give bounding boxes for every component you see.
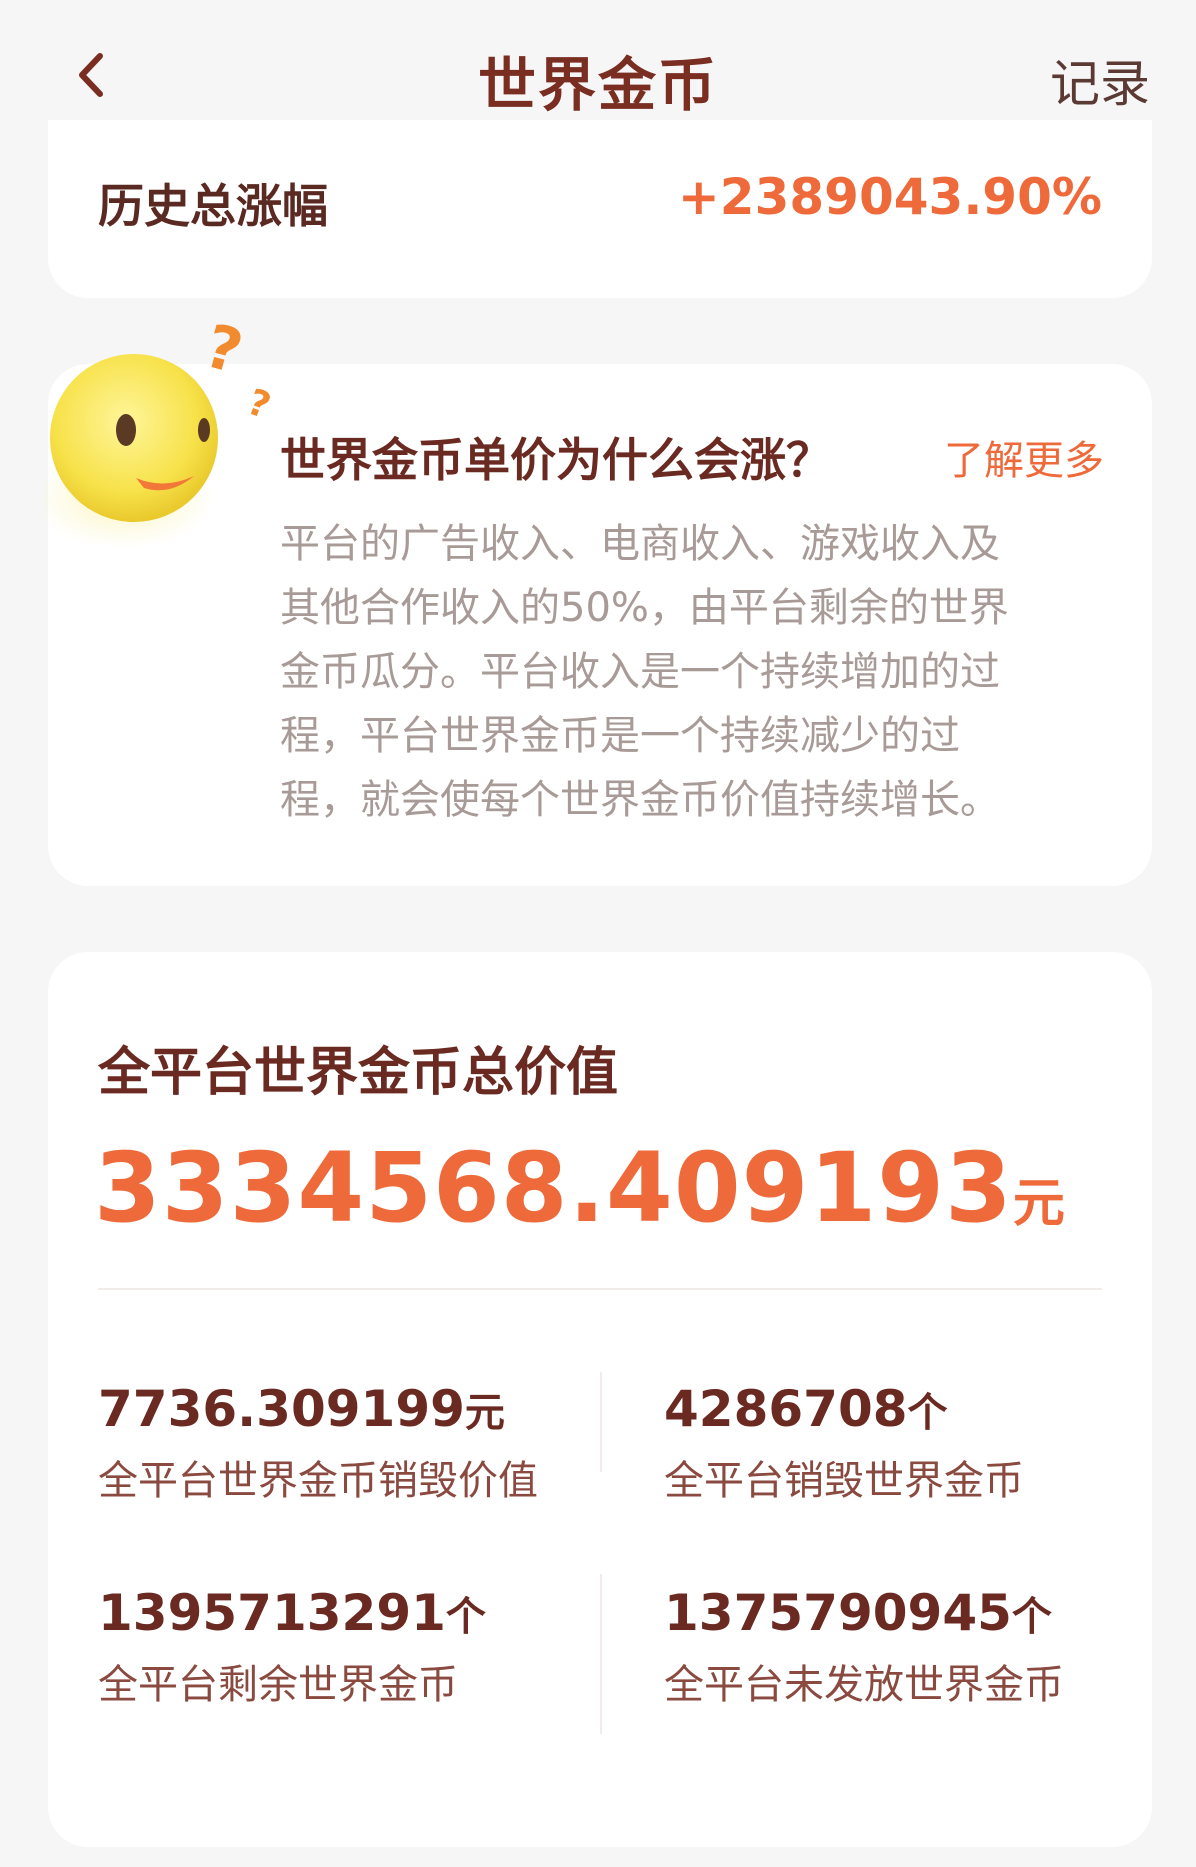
total-unit: 元 [1012,1174,1065,1234]
desc-line: 程，平台世界金币是一个持续减少的过 [280,713,960,759]
stat-unissued-coins: 1375790945个 全平台未发放世界金币 [664,1584,1084,1714]
stat-value: 1395713291 [98,1584,446,1642]
stat-label: 全平台世界金币销毁价值 [98,1458,538,1504]
total-number: 3334568.409193 [94,1132,1013,1244]
svg-text:?: ? [242,382,276,428]
stat-unit: 元 [464,1390,505,1436]
divider [98,1288,1102,1290]
stat-label: 全平台未发放世界金币 [664,1662,1064,1708]
total-value: 3334568.409193元 [94,1132,1065,1244]
record-link[interactable]: 记录 [1050,44,1150,116]
stat-label: 全平台剩余世界金币 [98,1662,458,1708]
why-title: 世界金币单价为什么会涨？ [280,433,832,487]
history-label: 历史总涨幅 [98,179,328,233]
history-card: 历史总涨幅 +2389043.90% [48,120,1152,298]
desc-line: 金币瓜分。平台收入是一个持续增加的过 [280,649,1000,695]
stat-unit: 个 [907,1390,948,1436]
learn-more-link[interactable]: 了解更多 [944,428,1104,486]
why-description: 平台的广告收入、电商收入、游戏收入及 其他合作收入的50%，由平台剩余的世界 金… [280,512,1100,832]
history-value: +2389043.90% [677,168,1102,226]
stat-label: 全平台销毁世界金币 [664,1458,1024,1504]
desc-line: 平台的广告收入、电商收入、游戏收入及 [280,521,1000,567]
stat-value: 1375790945 [664,1584,1012,1642]
page-title: 世界金币 [477,51,718,119]
stat-remaining-coins: 1395713291个 全平台剩余世界金币 [98,1584,486,1714]
total-value-card: 全平台世界金币总价值 3334568.409193元 7736.309199元 … [48,952,1152,1847]
total-label: 全平台世界金币总价值 [98,1043,619,1103]
stat-destroyed-value: 7736.309199元 全平台世界金币销毁价值 [98,1380,538,1510]
stat-value: 7736.309199 [98,1380,465,1438]
svg-text:?: ? [198,318,250,388]
stat-unit: 个 [1011,1594,1052,1640]
emoji-mascot-icon: ? ? [34,311,294,568]
column-divider [600,1372,602,1472]
desc-line: 其他合作收入的50%，由平台剩余的世界 [280,585,1009,631]
column-divider [600,1574,602,1734]
stat-value: 4286708 [664,1380,908,1438]
desc-line: 程，就会使每个世界金币价值持续增长。 [280,777,1000,823]
stat-destroyed-coins: 4286708个 全平台销毁世界金币 [664,1380,1024,1510]
stat-unit: 个 [445,1594,486,1640]
